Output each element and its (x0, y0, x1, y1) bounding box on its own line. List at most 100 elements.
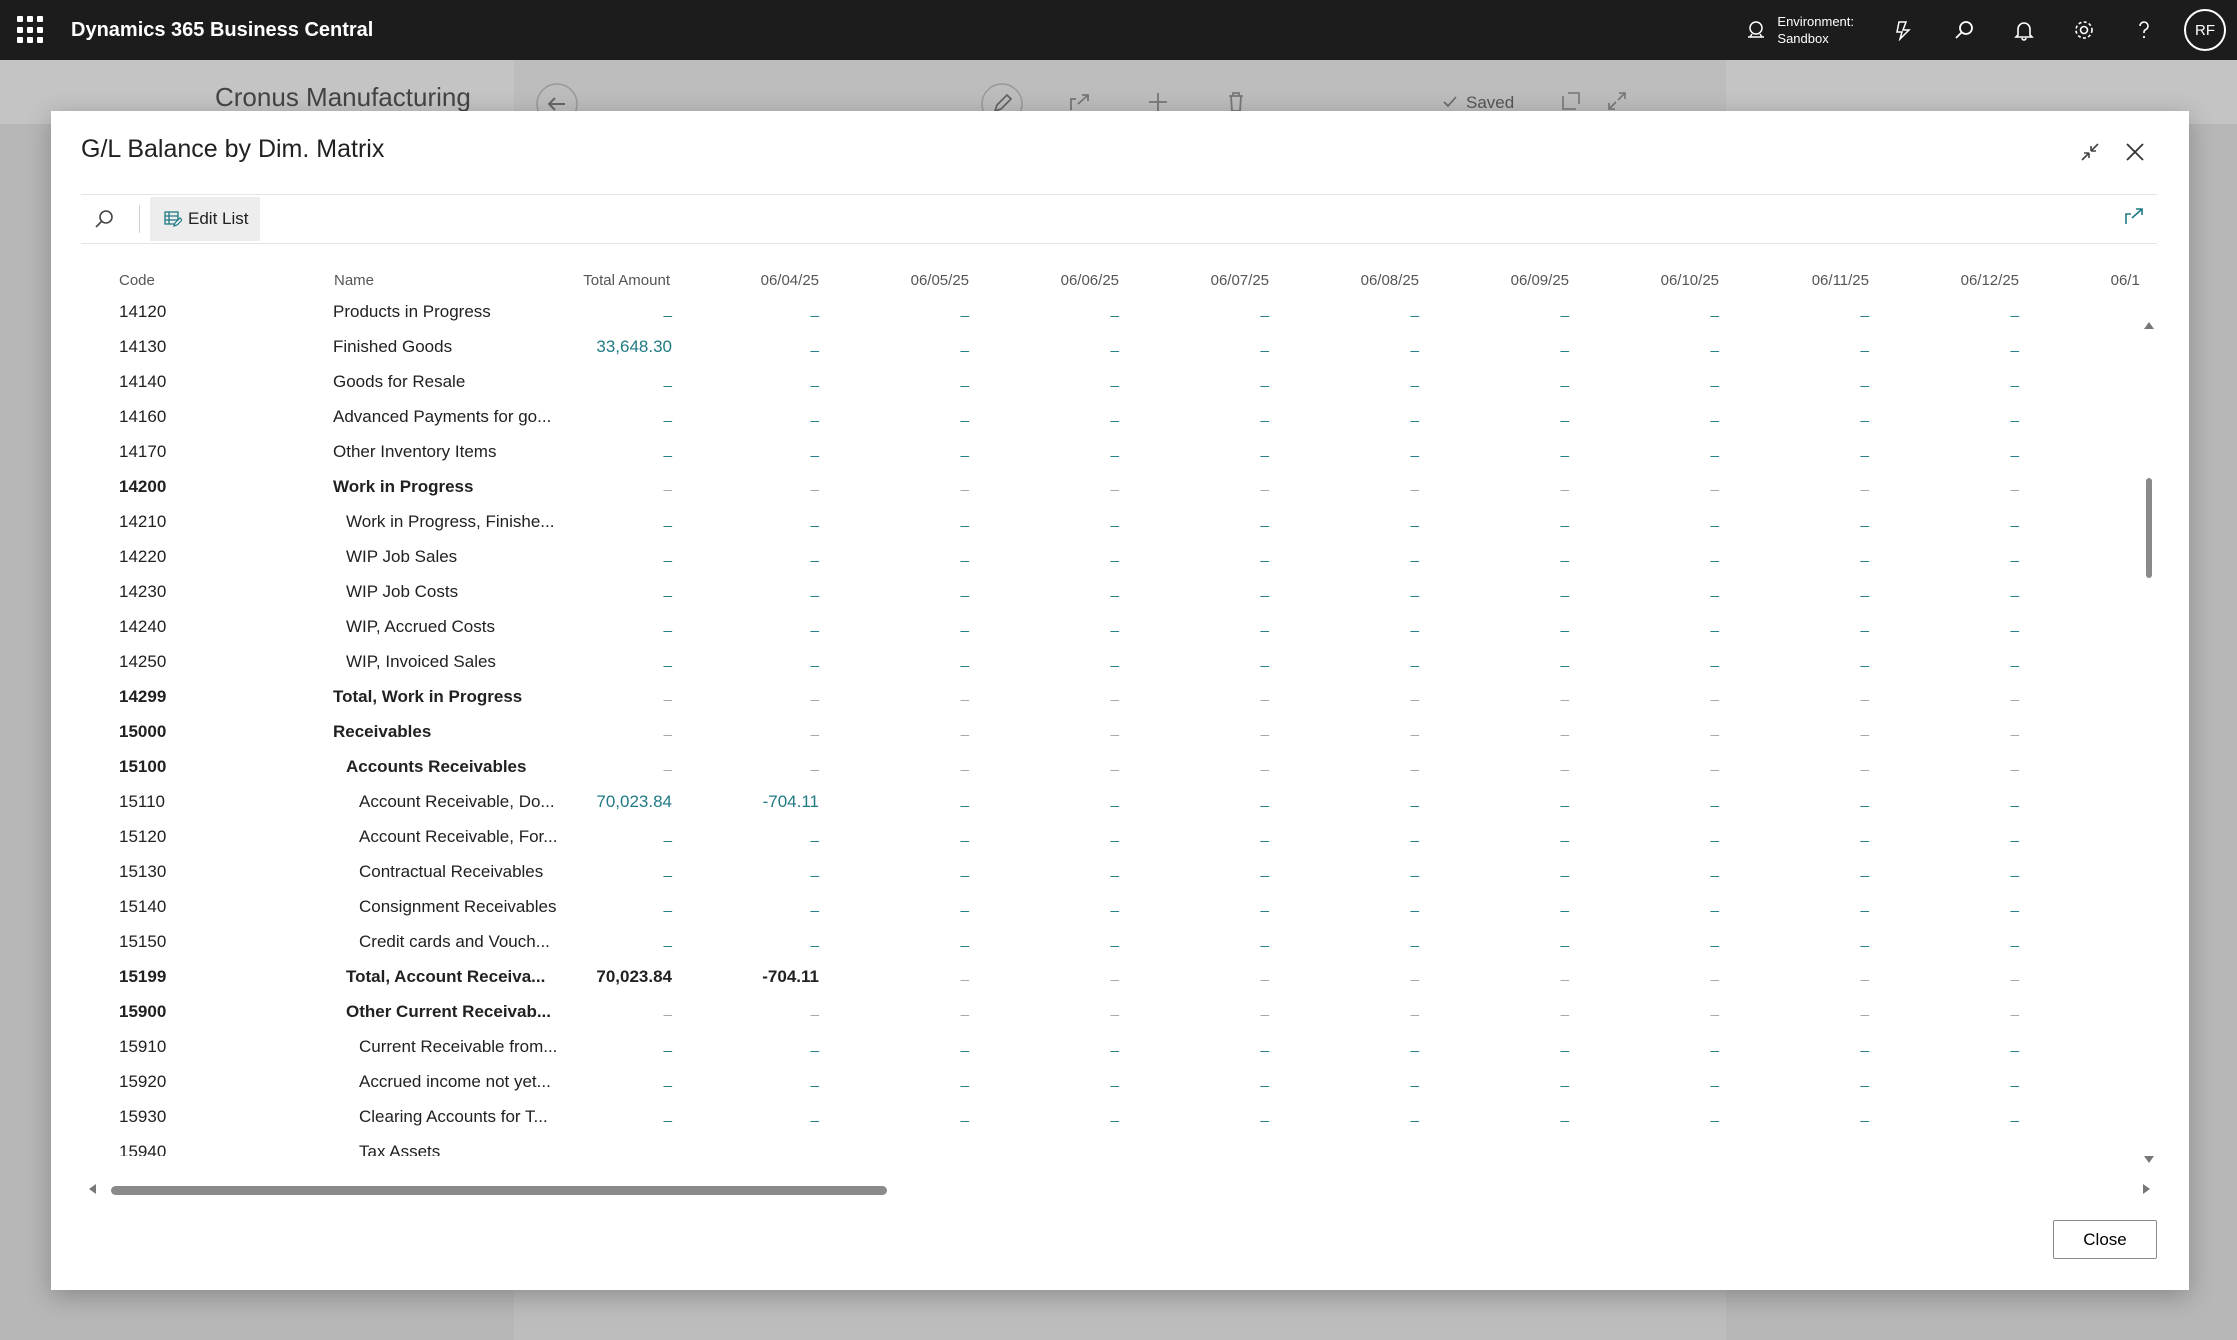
date-amount-cell[interactable]: _ (1411, 301, 1419, 318)
table-row[interactable]: 15140 Consignment Receivables _ _ _ _ _ _ _ _ _ _ (81, 889, 2140, 925)
date-amount-cell[interactable]: _ (1411, 931, 1419, 948)
help-icon[interactable] (2114, 0, 2174, 60)
column-header-date-10[interactable]: 06/13/25 (2111, 272, 2140, 289)
date-amount-cell[interactable]: _ (811, 511, 819, 528)
date-amount-cell[interactable]: _ (1561, 441, 1569, 458)
date-amount-cell[interactable]: _ (1411, 651, 1419, 668)
column-header-date-9[interactable]: 06/12/25 (1961, 272, 2019, 289)
date-amount-cell[interactable]: _ (1111, 896, 1119, 913)
total-amount-cell[interactable]: _ (664, 441, 672, 458)
date-amount-cell[interactable]: _ (961, 441, 969, 458)
date-amount-cell[interactable]: _ (961, 1036, 969, 1053)
column-header-date-1[interactable]: 06/04/25 (761, 272, 819, 289)
table-row[interactable]: 14240 WIP, Accrued Costs _ _ _ _ _ _ _ _ _ _ (81, 609, 2140, 645)
date-amount-cell[interactable]: _ (1111, 511, 1119, 528)
date-amount-cell[interactable]: _ (1261, 581, 1269, 598)
date-amount-cell[interactable]: _ (1861, 651, 1869, 668)
date-amount-cell[interactable]: _ (1411, 581, 1419, 598)
table-row[interactable]: 15940 Tax Assets (81, 1134, 2140, 1156)
date-amount-cell[interactable]: _ (1711, 896, 1719, 913)
date-amount-cell[interactable]: _ (1411, 546, 1419, 563)
column-header-date-6[interactable]: 06/09/25 (1511, 272, 1569, 289)
row-code[interactable]: 15100 (119, 757, 166, 777)
table-row[interactable]: 14160 Advanced Payments for go... _ _ _ _ _ _ _ _… (81, 399, 2140, 435)
row-code[interactable]: 14200 (119, 477, 166, 497)
column-header-total-amount[interactable]: Total Amount (583, 272, 670, 289)
table-row[interactable]: 15100 Accounts Receivables _ _ _ _ _ _ _ _ _ _ (81, 749, 2140, 785)
app-launcher-icon[interactable] (17, 16, 45, 44)
date-amount-cell[interactable]: _ (1411, 336, 1419, 353)
row-code[interactable]: 14130 (119, 337, 166, 357)
date-amount-cell[interactable]: _ (1111, 371, 1119, 388)
date-amount-cell[interactable]: _ (1411, 1036, 1419, 1053)
column-header-date-4[interactable]: 06/07/25 (1211, 272, 1269, 289)
environment-indicator[interactable]: Environment: Sandbox (1745, 13, 1854, 47)
date-amount-cell[interactable]: _ (1261, 931, 1269, 948)
total-amount-cell[interactable]: _ (664, 931, 672, 948)
date-amount-cell[interactable]: _ (811, 861, 819, 878)
date-amount-cell[interactable]: _ (2011, 1071, 2019, 1088)
date-amount-cell[interactable]: _ (811, 651, 819, 668)
table-row[interactable]: 14250 WIP, Invoiced Sales _ _ _ _ _ _ _ _ _ _ (81, 644, 2140, 680)
date-amount-cell[interactable]: _ (1111, 406, 1119, 423)
date-amount-cell[interactable]: _ (1261, 301, 1269, 318)
date-amount-cell[interactable]: _ (1711, 931, 1719, 948)
date-amount-cell[interactable]: _ (811, 616, 819, 633)
date-amount-cell[interactable]: _ (2011, 511, 2019, 528)
date-amount-cell[interactable]: _ (1561, 791, 1569, 808)
date-amount-cell[interactable]: _ (1711, 581, 1719, 598)
row-code[interactable]: 15930 (119, 1107, 166, 1127)
date-amount-cell[interactable]: _ (1861, 406, 1869, 423)
row-code[interactable]: 14230 (119, 582, 166, 602)
date-amount-cell[interactable]: _ (1411, 511, 1419, 528)
date-amount-cell[interactable]: -704.11 (762, 967, 819, 987)
share-icon[interactable] (2123, 205, 2145, 232)
date-amount-cell[interactable]: _ (2011, 406, 2019, 423)
table-row[interactable]: 15150 Credit cards and Vouch... _ _ _ _ _ _ _ _ _ _ (81, 924, 2140, 960)
date-amount-cell[interactable]: _ (1111, 931, 1119, 948)
row-code[interactable]: 14120 (119, 302, 166, 322)
horizontal-scroll-thumb[interactable] (111, 1186, 887, 1195)
date-amount-cell[interactable]: _ (1261, 406, 1269, 423)
table-row[interactable]: 15920 Accrued income not yet... _ _ _ _ _ _ _ _ _ _ (81, 1064, 2140, 1100)
date-amount-cell[interactable]: _ (1261, 1071, 1269, 1088)
date-amount-cell[interactable]: _ (961, 371, 969, 388)
date-amount-cell[interactable]: _ (1111, 441, 1119, 458)
row-code[interactable]: 15140 (119, 897, 166, 917)
date-amount-cell[interactable]: _ (1861, 371, 1869, 388)
date-amount-cell[interactable]: _ (1711, 441, 1719, 458)
date-amount-cell[interactable]: _ (1711, 546, 1719, 563)
total-amount-cell[interactable]: _ (664, 896, 672, 913)
date-amount-cell[interactable]: _ (1111, 546, 1119, 563)
date-amount-cell[interactable]: _ (2011, 581, 2019, 598)
date-amount-cell[interactable]: _ (1261, 371, 1269, 388)
date-amount-cell[interactable]: _ (961, 861, 969, 878)
date-amount-cell[interactable]: _ (1711, 861, 1719, 878)
date-amount-cell[interactable]: _ (811, 931, 819, 948)
total-amount-cell[interactable]: _ (664, 301, 672, 318)
date-amount-cell[interactable]: _ (961, 336, 969, 353)
date-amount-cell[interactable]: _ (2011, 861, 2019, 878)
date-amount-cell[interactable]: _ (1111, 1071, 1119, 1088)
date-amount-cell[interactable]: _ (1411, 896, 1419, 913)
date-amount-cell[interactable]: _ (1561, 1071, 1569, 1088)
date-amount-cell[interactable]: _ (1861, 931, 1869, 948)
date-amount-cell[interactable]: _ (811, 336, 819, 353)
notifications-bell-icon[interactable] (1994, 0, 2054, 60)
date-amount-cell[interactable]: _ (1861, 546, 1869, 563)
date-amount-cell[interactable]: _ (1561, 931, 1569, 948)
date-amount-cell[interactable]: _ (1711, 406, 1719, 423)
row-code[interactable]: 14140 (119, 372, 166, 392)
date-amount-cell[interactable]: _ (2011, 441, 2019, 458)
date-amount-cell[interactable]: _ (1111, 1036, 1119, 1053)
date-amount-cell[interactable]: _ (1261, 616, 1269, 633)
row-code[interactable]: 15199 (119, 967, 166, 987)
row-code[interactable]: 15000 (119, 722, 166, 742)
date-amount-cell[interactable]: _ (1411, 826, 1419, 843)
date-amount-cell[interactable]: _ (1861, 581, 1869, 598)
date-amount-cell[interactable]: _ (1561, 511, 1569, 528)
table-row[interactable]: 15110 Account Receivable, Do... 70,023.84 -… (81, 784, 2140, 820)
date-amount-cell[interactable]: _ (1261, 336, 1269, 353)
table-row[interactable]: 15000 Receivables _ _ _ _ _ _ _ _ _ _ (81, 714, 2140, 750)
table-row[interactable]: 15120 Account Receivable, For... _ _ _ _ _ _ _ _ _… (81, 819, 2140, 855)
